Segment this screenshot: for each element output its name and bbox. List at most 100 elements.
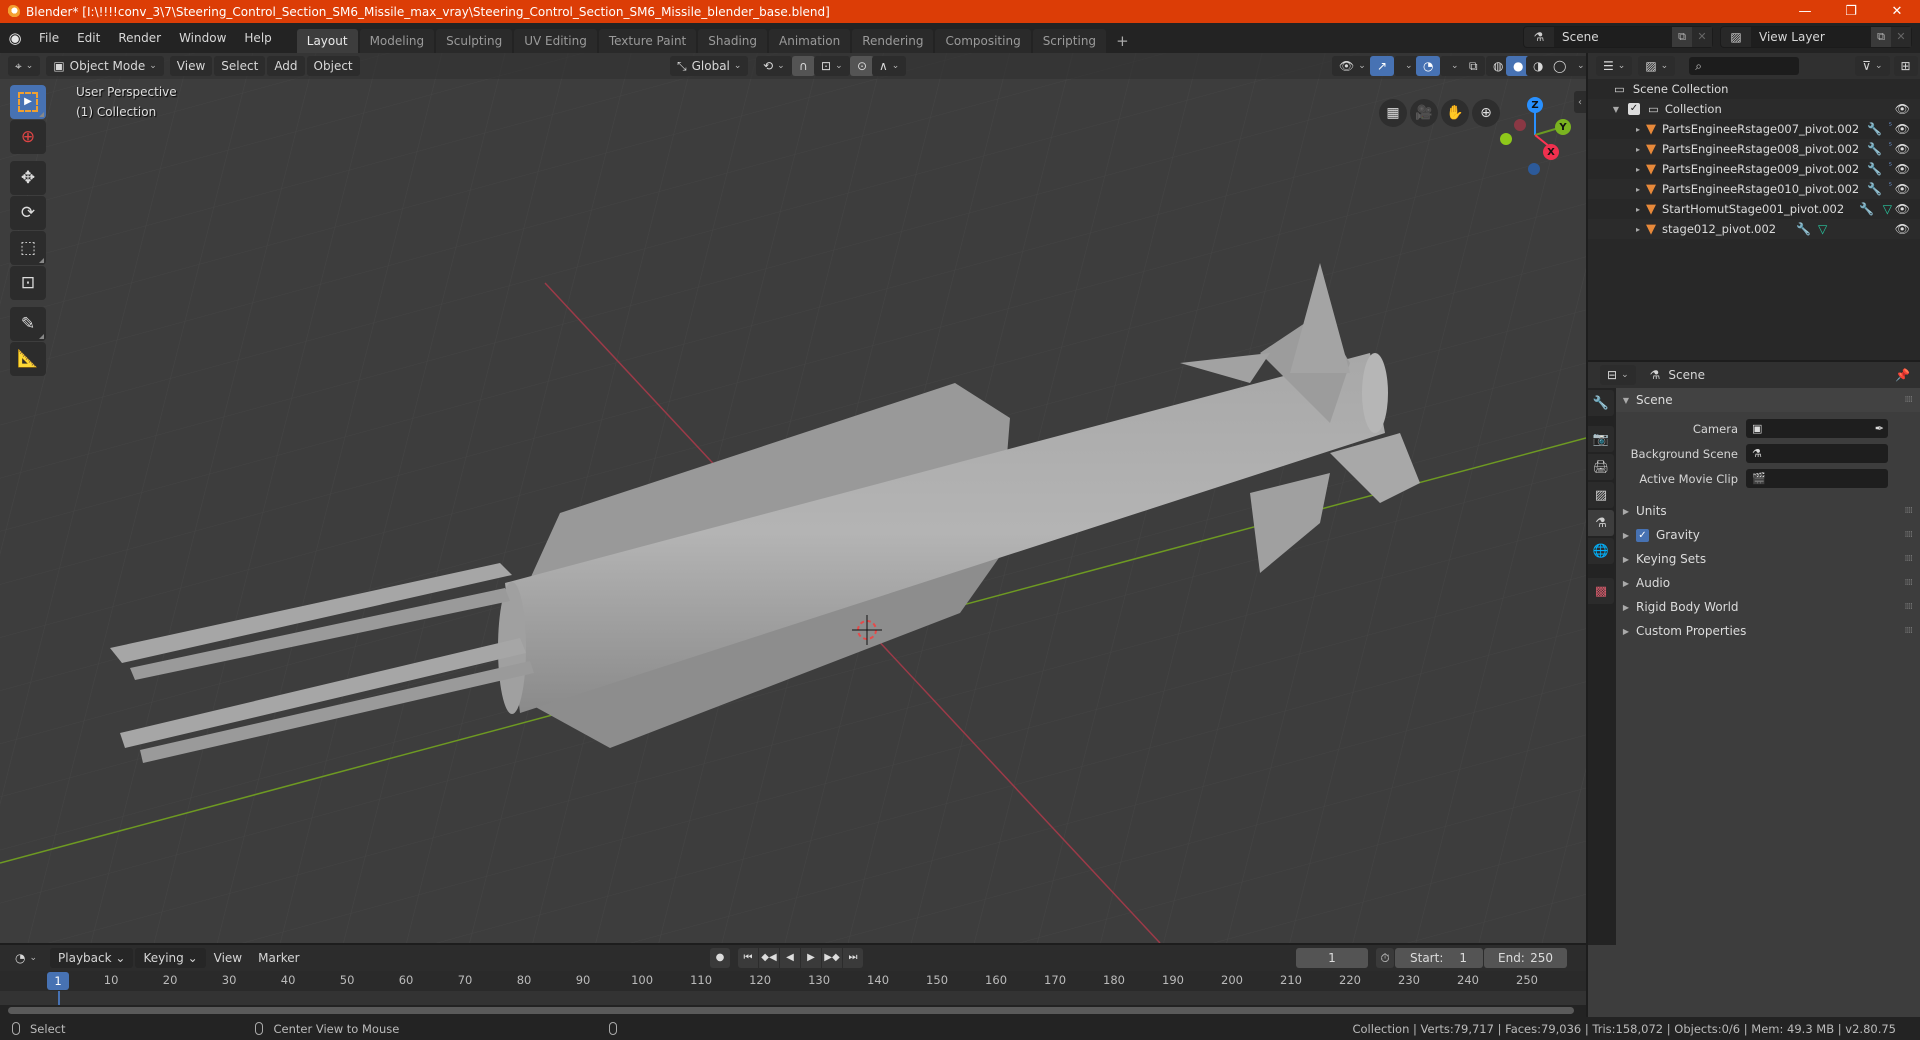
eye-icon[interactable]: 👁 <box>1895 202 1910 216</box>
outliner-object-row[interactable]: ▸ ▼ stage012_pivot.002 🔧 ▽ 👁 <box>1588 219 1920 239</box>
outliner-editor-type[interactable]: ☰ ⌄ <box>1596 56 1633 76</box>
eyedropper-icon[interactable]: ✒ <box>1875 422 1884 435</box>
gravity-checkbox[interactable]: ✓ <box>1636 528 1649 542</box>
eye-icon[interactable]: 👁 <box>1895 162 1910 176</box>
timeline-scrollbar[interactable] <box>8 1007 1574 1014</box>
new-view-layer-button[interactable]: ⧉ <box>1871 27 1891 47</box>
drag-handle-icon[interactable]: ⁞⁞⁞⁞ <box>1905 554 1914 564</box>
timeline-track[interactable] <box>0 991 1586 1005</box>
drag-handle-icon[interactable]: ⁞⁞⁞⁞ <box>1905 626 1914 636</box>
record-button[interactable]: ● <box>710 948 730 968</box>
keying-menu[interactable]: Keying ⌄ <box>135 948 206 968</box>
toggle-grid-icon[interactable]: ▦ <box>1379 99 1407 127</box>
expand-arrow-icon[interactable]: ▸ <box>1632 125 1644 134</box>
minimize-button[interactable]: — <box>1782 0 1828 23</box>
collection-row[interactable]: ▼ ✓ ▭ Collection 👁 <box>1588 99 1920 119</box>
next-keyframe-button[interactable]: ▶◆ <box>822 948 842 968</box>
scene-name-field[interactable]: Scene <box>1554 27 1672 47</box>
tab-rendering[interactable]: Rendering <box>852 29 934 53</box>
keying-sets-panel-header[interactable]: ▶ Keying Sets ⁞⁞⁞⁞ <box>1616 547 1920 571</box>
view-layer-icon[interactable]: ▨ <box>1721 30 1751 44</box>
transform-orientation-dropdown[interactable]: ⤡ Global ⌄ <box>670 56 748 76</box>
units-panel-header[interactable]: ▶ Units ⁞⁞⁞⁞ <box>1616 499 1920 523</box>
modifier-wrench-icon[interactable]: 🔧 <box>1867 182 1882 196</box>
proportional-edit-toggle[interactable]: ⊙ <box>850 56 875 76</box>
stopwatch-icon[interactable]: ⏱ <box>1376 948 1394 968</box>
camera-view-icon[interactable]: 🎥 <box>1410 99 1438 127</box>
maximize-button[interactable]: ❐ <box>1828 0 1874 23</box>
object-menu[interactable]: Object <box>306 56 360 76</box>
gizmo-z-axis[interactable]: Z <box>1527 97 1543 113</box>
timeline-editor-type[interactable]: ◔ ⌄ <box>8 948 45 968</box>
drag-handle-icon[interactable]: ⁞⁞⁞⁞ <box>1905 395 1914 405</box>
new-scene-button[interactable]: ⧉ <box>1672 27 1692 47</box>
eye-icon[interactable]: 👁 <box>1895 222 1910 236</box>
timeline-view-menu[interactable]: View <box>206 951 250 965</box>
playback-menu[interactable]: Playback ⌄ <box>50 948 134 968</box>
tab-animation[interactable]: Animation <box>769 29 851 53</box>
drag-handle-icon[interactable]: ⁞⁞⁞⁞ <box>1905 530 1914 540</box>
overlays-toggle[interactable]: ◔ <box>1416 56 1441 76</box>
expand-arrow-icon[interactable]: ▸ <box>1632 145 1644 154</box>
modifier-wrench-icon[interactable]: 🔧 <box>1867 142 1882 156</box>
filter-dropdown[interactable]: ⊽ ⌄ <box>1855 56 1890 76</box>
rotate-tool[interactable]: ⟳ <box>10 196 46 230</box>
modifier-wrench-icon[interactable]: 🔧 <box>1859 202 1874 216</box>
blender-menu-icon[interactable]: ◉ <box>0 29 30 47</box>
jump-end-button[interactable]: ⏭ <box>843 948 863 968</box>
gizmo-neg-z-axis[interactable] <box>1528 163 1540 175</box>
close-button[interactable]: ✕ <box>1874 0 1920 23</box>
view-menu[interactable]: View <box>169 56 213 76</box>
eye-icon[interactable]: 👁 <box>1895 102 1910 116</box>
view-layer-name-field[interactable]: View Layer <box>1751 27 1871 47</box>
add-menu[interactable]: Add <box>267 56 305 76</box>
menu-window[interactable]: Window <box>170 23 235 53</box>
expand-arrow-icon[interactable]: ▸ <box>1632 205 1644 214</box>
modifier-wrench-icon[interactable]: 🔧 <box>1867 162 1882 176</box>
snap-toggle[interactable]: ∩ <box>792 56 815 76</box>
active-movie-clip-field[interactable]: 🎬 <box>1746 469 1888 488</box>
tab-sculpting[interactable]: Sculpting <box>436 29 513 53</box>
end-frame-field[interactable]: End: 250 <box>1484 948 1567 968</box>
select-box-tool[interactable]: ▶ <box>10 85 46 119</box>
background-scene-field[interactable]: ⚗ <box>1746 444 1888 463</box>
tool-tab[interactable]: 🔧 <box>1588 390 1614 416</box>
tab-compositing[interactable]: Compositing <box>935 29 1031 53</box>
mode-selector[interactable]: ▣ Object Mode ⌄ <box>46 56 164 76</box>
jump-start-button[interactable]: ⏮ <box>738 948 758 968</box>
play-reverse-button[interactable]: ◀ <box>780 948 800 968</box>
eye-icon[interactable]: 👁 <box>1895 122 1910 136</box>
outliner-object-row[interactable]: ▸ ▼ PartsEngineeRstage007_pivot.002 🔧 ⁵ 👁 <box>1588 119 1920 139</box>
tab-shading[interactable]: Shading <box>698 29 767 53</box>
delete-view-layer-button[interactable]: ✕ <box>1891 27 1911 47</box>
mesh-data-icon[interactable]: ▽ <box>1883 202 1892 216</box>
eye-icon[interactable]: 👁 <box>1895 182 1910 196</box>
xray-toggle[interactable]: ⧉ <box>1462 56 1485 76</box>
transform-tool[interactable]: ⊡ <box>10 266 46 300</box>
tab-scripting[interactable]: Scripting <box>1032 29 1107 53</box>
tab-uv-editing[interactable]: UV Editing <box>514 29 597 53</box>
gizmo-x-axis[interactable]: X <box>1543 144 1559 160</box>
output-tab[interactable]: 🖨 <box>1588 454 1614 480</box>
gravity-panel-header[interactable]: ▶ ✓ Gravity ⁞⁞⁞⁞ <box>1616 523 1920 547</box>
add-workspace-button[interactable]: + <box>1108 29 1137 53</box>
current-frame-field[interactable]: 1 <box>1296 948 1368 968</box>
gizmo-neg-x-axis[interactable] <box>1514 119 1526 131</box>
menu-file[interactable]: File <box>30 23 68 53</box>
eye-icon[interactable]: 👁 <box>1895 142 1910 156</box>
view-layer-tab[interactable]: ▨ <box>1588 482 1614 508</box>
outliner-object-row[interactable]: ▸ ▼ StartHomutStage001_pivot.002 🔧 ▽ 👁 <box>1588 199 1920 219</box>
scene-collection-row[interactable]: ▭ Scene Collection <box>1588 79 1920 99</box>
annotate-tool[interactable]: ✎ <box>10 307 46 341</box>
scene-icon[interactable]: ⚗ <box>1524 30 1554 44</box>
pivot-point-dropdown[interactable]: ⟲ ⌄ <box>756 56 792 76</box>
gizmo-neg-y-axis[interactable] <box>1500 133 1512 145</box>
shading-dropdown[interactable]: ⌄ <box>1566 56 1586 76</box>
modifier-wrench-icon[interactable]: 🔧 <box>1796 222 1811 236</box>
drag-handle-icon[interactable]: ⁞⁞⁞⁞ <box>1905 602 1914 612</box>
audio-panel-header[interactable]: ▶ Audio ⁞⁞⁞⁞ <box>1616 571 1920 595</box>
outliner-object-row[interactable]: ▸ ▼ PartsEngineeRstage010_pivot.002 🔧 ⁵ 👁 <box>1588 179 1920 199</box>
render-tab[interactable]: 📷 <box>1588 426 1614 452</box>
play-button[interactable]: ▶ <box>801 948 821 968</box>
move-tool[interactable]: ✥ <box>10 161 46 195</box>
